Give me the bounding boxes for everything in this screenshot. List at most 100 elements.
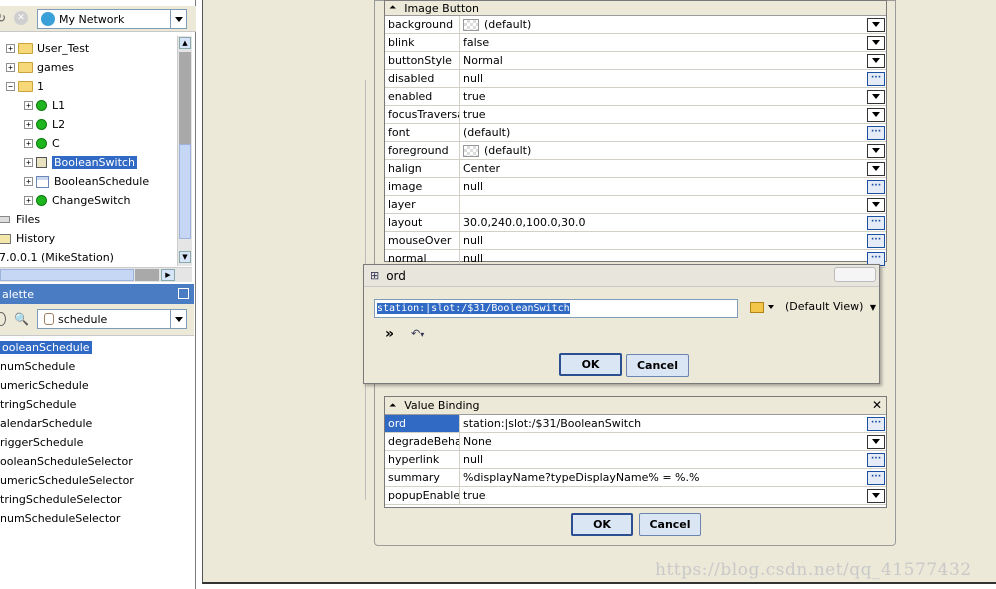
palette-item[interactable]: umericScheduleSelector (0, 474, 134, 491)
property-row[interactable]: summary %displayName?typeDisplayName% = %… (385, 469, 886, 487)
property-row[interactable]: image null ··· (385, 178, 886, 196)
palette-item[interactable]: ooleanSchedule (0, 341, 92, 358)
ord-cancel-button[interactable]: Cancel (626, 354, 689, 377)
property-value[interactable]: (default) (460, 124, 867, 141)
expand-icon[interactable]: + (24, 158, 33, 167)
chevron-down-icon[interactable]: ▼ (870, 303, 876, 312)
collapse-icon[interactable]: ⏶ (389, 3, 396, 13)
expand-icon[interactable]: + (24, 101, 33, 110)
scroll-thumb[interactable] (179, 52, 191, 145)
tree-item[interactable]: + games (6, 58, 74, 77)
property-value[interactable] (460, 196, 867, 213)
dropdown-button[interactable] (867, 434, 885, 449)
ellipsis-button[interactable]: ··· (867, 470, 885, 485)
palette-item[interactable]: numSchedule (0, 360, 75, 377)
palette-item[interactable]: alendarSchedule (0, 417, 92, 434)
search-icon[interactable]: 🔍 (14, 312, 30, 328)
expand-icon[interactable]: + (24, 139, 33, 148)
property-value[interactable]: station:|slot:/$31/BooleanSwitch (460, 415, 867, 432)
property-value[interactable]: null (460, 70, 867, 87)
property-row[interactable]: buttonStyle Normal (385, 52, 886, 70)
property-value[interactable]: false (460, 34, 867, 51)
ord-input[interactable]: station:|slot:/$31/BooleanSwitch (374, 299, 738, 318)
tree-item[interactable]: 27.0.0.1 (MikeStation) (0, 248, 114, 267)
tree-item[interactable]: + C (24, 134, 60, 153)
open-icon[interactable] (0, 312, 6, 326)
tree-item[interactable]: + L2 (24, 115, 65, 134)
property-value[interactable]: true (460, 487, 867, 504)
dropdown-button[interactable] (867, 53, 885, 68)
refresh-icon[interactable]: ↻ (0, 11, 8, 25)
ellipsis-button[interactable]: ··· (867, 416, 885, 431)
cancel-button[interactable]: Cancel (639, 513, 701, 536)
tree-horizontal-scrollbar[interactable]: ▶ (0, 267, 192, 282)
property-value[interactable]: 30.0,240.0,100.0,30.0 (460, 214, 867, 231)
ellipsis-button[interactable]: ··· (867, 179, 885, 194)
property-row[interactable]: halign Center (385, 160, 886, 178)
ellipsis-button[interactable]: ··· (867, 71, 885, 86)
property-value[interactable]: %displayName?typeDisplayName% = %.% (460, 469, 867, 486)
palette-item[interactable]: tringScheduleSelector (0, 493, 122, 510)
history-icon[interactable]: ↶▾ (411, 327, 424, 340)
folder-icon[interactable] (750, 302, 764, 313)
network-select[interactable]: My Network (37, 9, 187, 29)
close-icon[interactable]: ✕ (14, 11, 28, 25)
dropdown-button[interactable] (867, 488, 885, 503)
property-row[interactable]: degradeBehavNone (385, 433, 886, 451)
tree-item[interactable]: −1 (6, 77, 44, 96)
dropdown-button[interactable] (867, 161, 885, 176)
property-row[interactable]: enabled true (385, 88, 886, 106)
expand-icon[interactable]: + (6, 63, 15, 72)
ord-ok-button[interactable]: OK (559, 353, 622, 376)
property-row[interactable]: mouseOver null ··· (385, 232, 886, 250)
property-value[interactable]: null (460, 232, 867, 249)
chevron-down-icon[interactable] (170, 310, 186, 328)
property-value[interactable]: true (460, 106, 867, 123)
scroll-down-icon[interactable]: ▼ (179, 251, 191, 263)
palette-item[interactable]: umericSchedule (0, 379, 89, 396)
tree-item[interactable]: + User_Test (6, 39, 89, 58)
dropdown-button[interactable] (867, 17, 885, 32)
property-row[interactable]: foreground (default) (385, 142, 886, 160)
tree-item[interactable]: History (0, 229, 55, 248)
property-value[interactable]: null (460, 451, 867, 468)
property-row[interactable]: popupEnabled true (385, 487, 886, 505)
chevron-down-icon[interactable] (170, 10, 186, 28)
ellipsis-button[interactable]: ··· (867, 452, 885, 467)
ellipsis-button[interactable]: ··· (867, 233, 885, 248)
hscroll-thumb[interactable] (0, 269, 134, 281)
property-value[interactable]: (default) (460, 16, 867, 33)
property-row[interactable]: disabled null ··· (385, 70, 886, 88)
scroll-right-icon[interactable]: ▶ (161, 269, 175, 281)
palette-module-select[interactable]: schedule (37, 309, 187, 329)
expand-icon[interactable]: + (24, 120, 33, 129)
property-row[interactable]: focusTraversa true (385, 106, 886, 124)
scroll-up-icon[interactable]: ▲ (179, 37, 191, 49)
palette-item[interactable]: tringSchedule (0, 398, 76, 415)
palette-item[interactable]: numScheduleSelector (0, 512, 120, 529)
property-row[interactable]: hyperlink null ··· (385, 451, 886, 469)
property-value[interactable]: null (460, 178, 867, 195)
collapse-icon[interactable]: − (6, 82, 15, 91)
view-select[interactable]: (Default View) ▼ (785, 300, 876, 313)
property-row[interactable]: font (default) ··· (385, 124, 886, 142)
collapse-icon[interactable]: ⏶ (389, 401, 396, 411)
tree-item[interactable]: + BooleanSchedule (24, 172, 149, 191)
tree-vertical-scrollbar[interactable]: ▲ ▼ (177, 36, 192, 266)
tree-item[interactable]: + L1 (24, 96, 65, 115)
property-row[interactable]: blink false (385, 34, 886, 52)
property-row[interactable]: ord station:|slot:/$31/BooleanSwitch ··· (385, 415, 886, 433)
tree-item[interactable]: Files (0, 210, 40, 229)
expand-icon[interactable]: + (24, 196, 33, 205)
dialog-close-button[interactable] (834, 267, 876, 282)
property-value[interactable]: Normal (460, 52, 867, 69)
dropdown-button[interactable] (867, 35, 885, 50)
expand-icon[interactable]: » (385, 326, 394, 342)
dropdown-button[interactable] (867, 89, 885, 104)
close-icon[interactable]: ✕ (872, 398, 882, 412)
ellipsis-button[interactable]: ··· (867, 215, 885, 230)
chevron-down-icon[interactable] (768, 305, 774, 309)
ok-button[interactable]: OK (571, 513, 633, 536)
hscroll-track[interactable] (135, 269, 159, 281)
tree-item[interactable]: + BooleanSwitch (24, 153, 137, 172)
